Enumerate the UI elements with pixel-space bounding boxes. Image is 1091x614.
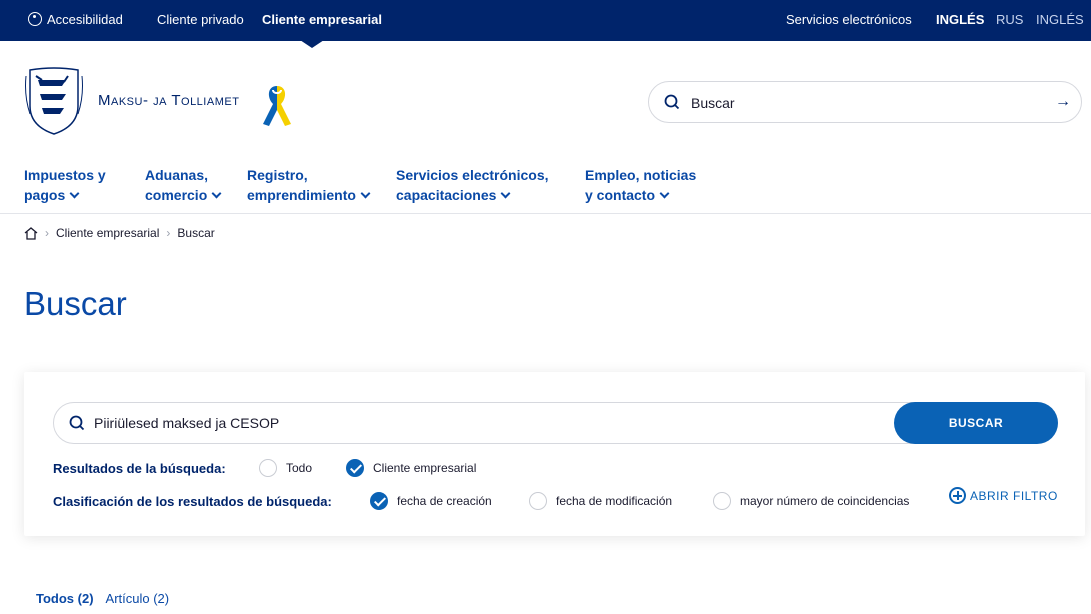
chevron-down-icon [69,188,80,199]
search-icon [664,94,680,110]
main-search-input[interactable]: Piiriülesed maksed ja CESOP [94,415,279,431]
e-services-link[interactable]: Servicios electrónicos [786,12,912,27]
lang-english[interactable]: INGLÉS [1036,12,1084,27]
lang-rus[interactable]: RUS [996,12,1023,27]
plus-circle-icon [949,487,966,504]
ukraine-ribbon-icon [263,86,291,126]
radio-circle[interactable] [259,459,277,477]
accessibility-link[interactable]: Accesibilidad [28,12,123,27]
check-icon[interactable] [346,459,364,477]
top-bar: Accesibilidad Cliente privado Cliente em… [0,0,1091,41]
search-icon [69,415,85,431]
coat-of-arms-logo[interactable] [24,66,84,136]
tab-article[interactable]: Artículo (2) [106,591,170,606]
nav-employment[interactable]: Empleo, noticias y contacto [585,165,696,205]
results-label: Resultados de la búsqueda: [53,461,226,476]
logo-text[interactable]: Maksu- ja Tolliamet [98,92,239,109]
header-search-box[interactable]: Buscar → [648,81,1082,123]
private-client-link[interactable]: Cliente privado [157,12,244,27]
business-client-link[interactable]: Cliente empresarial [262,12,382,27]
tab-all[interactable]: Todos (2) [36,591,94,606]
nav-customs[interactable]: Aduanas, comercio [145,165,222,205]
breadcrumb: › Cliente empresarial › Buscar [24,226,215,240]
breadcrumb-item-current: Buscar [177,226,215,240]
chevron-down-icon [659,188,670,199]
open-filter-button[interactable]: ABRIR FILTRO [949,487,1058,504]
nav-registry[interactable]: Registro, emprendimiento [247,165,371,205]
sort-label: Clasificación de los resultados de búsqu… [53,494,332,509]
radio-circle[interactable] [713,492,731,510]
arrow-right-icon[interactable]: → [1055,93,1071,111]
lang-english-active[interactable]: INGLÉS [936,12,984,27]
check-icon[interactable] [370,492,388,510]
chevron-down-icon [500,188,511,199]
breadcrumb-separator: › [45,226,49,240]
radio-all[interactable]: Todo [259,459,312,477]
search-panel: Piiriülesed maksed ja CESOP BUSCAR Resul… [24,372,1085,536]
radio-sort-modified[interactable]: fecha de modificación [529,492,672,510]
radio-business-client[interactable]: Cliente empresarial [346,459,476,477]
result-tabs: Todos (2) Artículo (2) [36,591,169,606]
radio-sort-created[interactable]: fecha de creación [370,492,492,510]
breadcrumb-separator: › [166,226,171,240]
chevron-down-icon [211,188,222,199]
radio-circle[interactable] [529,492,547,510]
search-button[interactable]: BUSCAR [894,402,1058,444]
main-nav: Impuestos y pagos Aduanas, comercio Regi… [0,160,1091,214]
page-title: Buscar [24,285,127,322]
breadcrumb-item-business[interactable]: Cliente empresarial [56,226,159,240]
nav-e-services[interactable]: Servicios electrónicos, capacitaciones [396,165,549,205]
chevron-down-icon [360,188,371,199]
radio-sort-matches[interactable]: mayor número de coincidencias [713,492,909,510]
accessibility-icon [28,12,42,26]
nav-taxes[interactable]: Impuestos y pagos [24,165,106,205]
active-tab-indicator [300,40,324,48]
home-icon[interactable] [24,226,38,240]
header-search-input[interactable]: Buscar [691,95,735,111]
